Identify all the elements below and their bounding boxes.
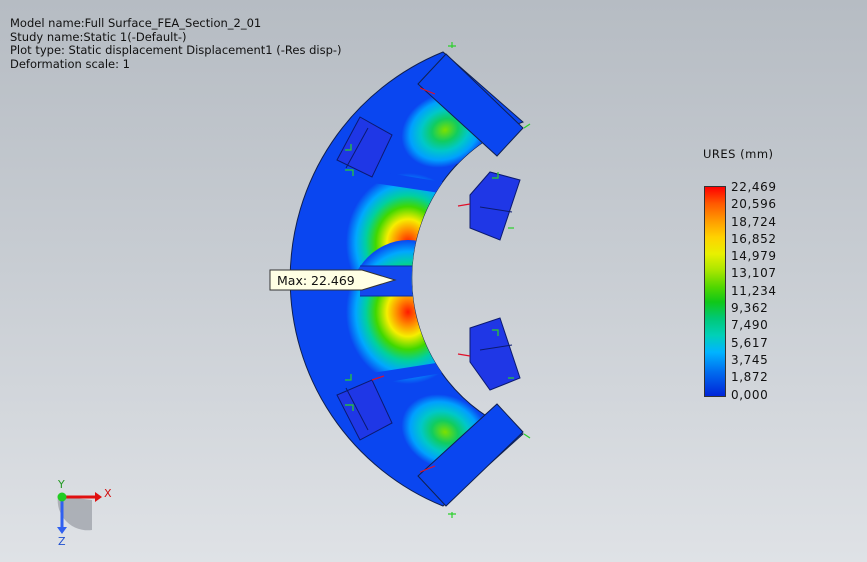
legend-label: 9,362 — [731, 301, 769, 316]
legend-label: 5,617 — [731, 335, 769, 350]
triad-y-label: Y — [57, 478, 65, 491]
coordinate-triad: X Y Z — [57, 478, 112, 548]
legend-label: 22,469 — [731, 180, 777, 194]
max-displacement-region-lower — [346, 240, 470, 384]
legend-label: 3,745 — [731, 352, 769, 367]
legend-label: 11,234 — [731, 283, 777, 298]
triad-z-label: Z — [58, 535, 66, 548]
legend-label: 13,107 — [731, 266, 777, 281]
legend-label: 1,872 — [731, 370, 769, 385]
legend-labels: 22,469 20,596 18,724 16,852 14,979 13,10… — [731, 179, 777, 404]
max-probe-label: Max: 22.469 — [277, 273, 355, 288]
legend-label: 14,979 — [731, 249, 777, 264]
legend-label: 0,000 — [731, 387, 769, 402]
fixture-block-lower-right[interactable] — [469, 317, 521, 391]
legend-label: 16,852 — [731, 231, 777, 246]
legend-color-bar — [704, 186, 726, 397]
legend-label: 20,596 — [731, 197, 777, 212]
triad-x-label: X — [104, 487, 112, 500]
fixture-block-upper-right[interactable] — [469, 171, 521, 241]
legend-label: 7,490 — [731, 318, 769, 333]
legend-label: 18,724 — [731, 214, 777, 229]
legend-title: URES (mm) — [703, 147, 774, 161]
